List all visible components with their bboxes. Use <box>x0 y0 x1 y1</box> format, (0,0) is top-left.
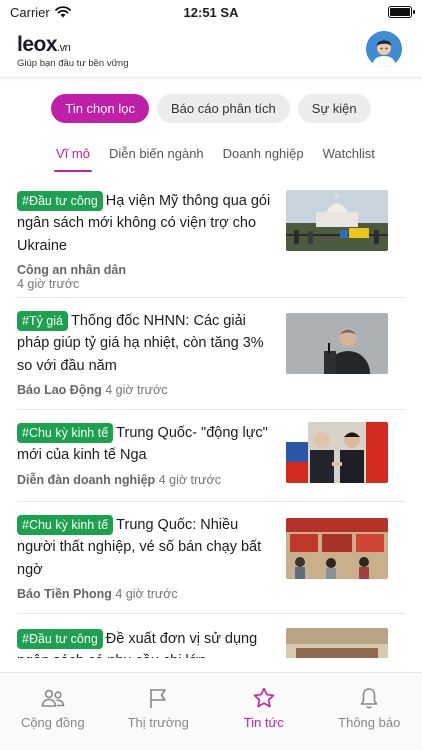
news-source: Báo Tiền Phong <box>17 587 112 602</box>
logo[interactable]: leox.vn Giúp bạn đầu tư bền vững <box>17 34 129 69</box>
news-source: Công an nhân dân <box>17 263 127 278</box>
segment-control: Tin chọn lọc Báo cáo phân tích Sự kiện <box>0 94 422 123</box>
news-item[interactable]: #Đầu tư côngĐề xuất đơn vị sử dụng ngân … <box>17 614 405 658</box>
news-time: 4 giờ trước <box>17 277 80 292</box>
news-tag[interactable]: #Đầu tư công <box>17 191 103 212</box>
nav-cong-dong[interactable]: Cộng đồng <box>0 673 106 750</box>
news-thumbnail <box>286 190 388 251</box>
nav-label: Thông báo <box>338 715 401 730</box>
carrier: Carrier <box>10 5 71 20</box>
star-icon <box>253 687 275 708</box>
logo-suffix: .vn <box>57 42 71 54</box>
tab-watchlist[interactable]: Watchlist <box>323 140 375 172</box>
news-thumbnail <box>286 313 388 374</box>
app-header: leox.vn Giúp bạn đầu tư bền vững <box>0 24 422 78</box>
logo-mark: leox.vn <box>17 34 129 55</box>
bottom-tab-bar: Cộng đồng Thị trường Tin tức Thông báo <box>0 672 422 750</box>
battery-icon <box>388 6 415 18</box>
capitol-photo <box>286 190 388 251</box>
news-thumbnail <box>286 422 388 483</box>
logo-text: leox <box>17 33 58 56</box>
flag-icon <box>150 689 167 708</box>
battery-fill <box>390 8 410 16</box>
avatar-illustration <box>366 31 402 67</box>
news-headline: #Đầu tư công Hạ viện Mỹ thông qua gói ngâ… <box>17 190 271 257</box>
status-bar: Carrier 12:51 SA <box>0 0 422 24</box>
news-tag[interactable]: #Đầu tư công <box>17 629 103 650</box>
logo-tagline: Giúp bạn đầu tư bền vững <box>17 58 129 69</box>
news-headline: #Đầu tư côngĐề xuất đơn vị sử dụng ngân … <box>17 628 271 658</box>
news-meta: Báo Lao Động 4 giờ trước <box>17 383 271 397</box>
news-item[interactable]: #Tỷ giá Thống đốc NHNN: Các giải pháp giú… <box>17 298 405 410</box>
job-fair-photo <box>286 518 388 579</box>
segment-bao-cao-phan-tich[interactable]: Báo cáo phân tích <box>156 94 290 123</box>
tab-dien-bien-nganh[interactable]: Diễn biến ngành <box>109 140 204 172</box>
news-thumbnail <box>286 518 388 579</box>
meeting-photo <box>286 628 388 658</box>
news-headline: #Chu kỳ kinh tế Trung Quốc- "động lực" mớ… <box>17 422 271 467</box>
nav-thi-truong[interactable]: Thị trường <box>106 673 212 750</box>
news-time: 4 giờ trước <box>105 383 168 398</box>
nav-thong-bao[interactable]: Thông báo <box>317 673 422 750</box>
news-thumbnail <box>286 628 388 658</box>
tab-doanh-nghiep[interactable]: Doanh nghiệp <box>223 140 304 172</box>
news-tag[interactable]: #Chu kỳ kinh tế <box>17 515 114 536</box>
news-item[interactable]: #Chu kỳ kinh tế Trung Quốc- "động lực" mớ… <box>17 410 405 502</box>
news-source: Diễn đàn doanh nghiệp <box>17 472 156 487</box>
news-meta: Báo Tiền Phong 4 giờ trước <box>17 587 271 601</box>
speaker-photo <box>286 313 388 374</box>
user-avatar-icon[interactable] <box>366 31 402 67</box>
tab-vi-mo[interactable]: Vĩ mô <box>54 140 92 172</box>
community-icon <box>41 689 65 707</box>
news-feed: #Đầu tư công Hạ viện Mỹ thông qua gói ngâ… <box>17 178 405 658</box>
news-meta: Diễn đàn doanh nghiệp 4 giờ trước <box>17 473 271 487</box>
segment-tin-chon-loc[interactable]: Tin chọn lọc <box>51 94 149 123</box>
news-meta: Công an nhân dân 4 giờ trước <box>17 263 271 291</box>
news-tag[interactable]: #Tỷ giá <box>17 311 68 332</box>
nav-label: Thị trường <box>127 715 189 730</box>
carrier-label: Carrier <box>10 4 50 20</box>
news-headline: #Tỷ giá Thống đốc NHNN: Các giải pháp giú… <box>17 310 271 377</box>
news-item[interactable]: #Chu kỳ kinh tế Trung Quốc: Nhiều người t… <box>17 502 405 614</box>
news-tag[interactable]: #Chu kỳ kinh tế <box>17 423 114 444</box>
wifi-icon <box>54 6 71 18</box>
news-source: Báo Lao Động <box>17 383 102 398</box>
segment-su-kien[interactable]: Sự kiện <box>297 94 371 123</box>
nav-label: Cộng đồng <box>20 715 85 730</box>
nav-label: Tin tức <box>243 715 284 730</box>
news-time: 4 giờ trước <box>115 587 178 602</box>
news-item[interactable]: #Đầu tư công Hạ viện Mỹ thông qua gói ngâ… <box>17 178 405 298</box>
subtab-bar: Vĩ mô Diễn biến ngành Doanh nghiệp Watch… <box>0 140 422 172</box>
news-headline: #Chu kỳ kinh tế Trung Quốc: Nhiều người t… <box>17 514 271 581</box>
bell-icon <box>360 688 378 709</box>
leaders-handshake-photo <box>286 422 388 483</box>
nav-tin-tuc[interactable]: Tin tức <box>211 673 317 750</box>
news-time: 4 giờ trước <box>158 472 221 487</box>
